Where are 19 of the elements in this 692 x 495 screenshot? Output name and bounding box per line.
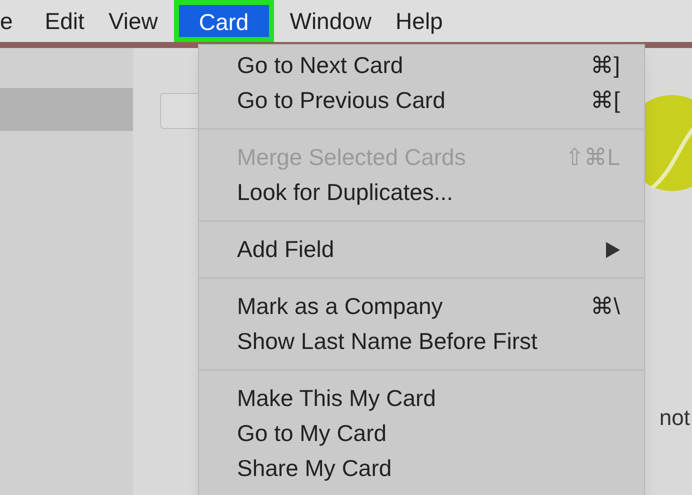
menu-item[interactable]: Share My Card	[199, 451, 644, 486]
menu-item[interactable]: Show Last Name Before First	[199, 324, 644, 359]
menu-item[interactable]: Go to Next Card ⌘]	[199, 48, 644, 83]
menu-item[interactable]: Go to My Card	[199, 416, 644, 451]
menu-bar-item[interactable]: Card	[174, 0, 274, 42]
menu-bar-item[interactable]: Edit	[32, 0, 96, 42]
menu-bar-item[interactable]: Help	[384, 0, 455, 42]
contact-text: not	[659, 404, 690, 432]
shortcut-text: ⌘[	[590, 86, 620, 116]
menu-item[interactable]: Mark as a Company ⌘\	[199, 289, 644, 324]
shortcut-text: ⌘\	[590, 292, 620, 322]
menu-bar-item[interactable]: View	[96, 0, 170, 42]
menu-item[interactable]: Look for Duplicates...	[199, 175, 644, 210]
menu-item[interactable]: Add Field	[199, 232, 644, 267]
menu-bar-item[interactable]: e	[0, 0, 33, 42]
shortcut-text: ⌘]	[590, 51, 620, 80]
menu-item[interactable]: Make This My Card	[199, 381, 644, 416]
menu-item[interactable]: Go to Previous Card ⌘[	[199, 83, 644, 118]
menu-bar-item[interactable]: Window	[278, 0, 384, 42]
